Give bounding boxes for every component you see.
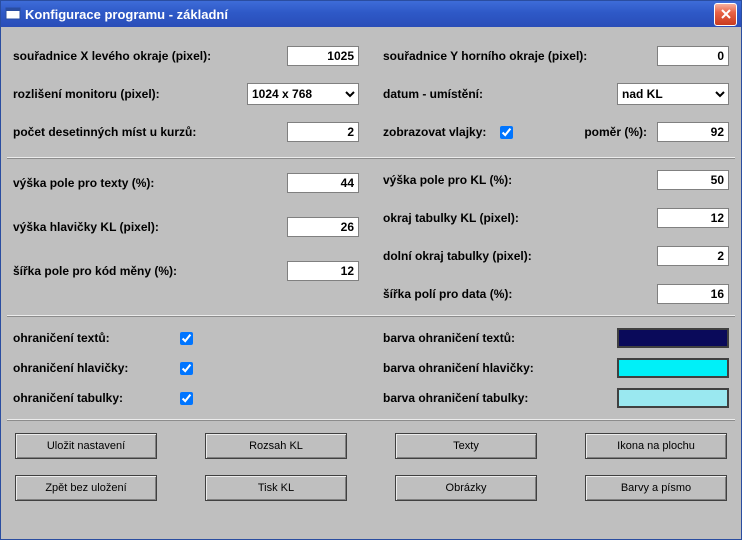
color-header-label: barva ohraničení hlavičky: xyxy=(383,361,617,375)
titlebar: Konfigurace programu - základní xyxy=(1,1,741,27)
coord-y-input[interactable] xyxy=(657,46,729,66)
save-button[interactable]: Uložit nastavení xyxy=(15,433,157,459)
kl-header-height-label: výška hlavičky KL (pixel): xyxy=(13,220,287,234)
currency-code-width-input[interactable] xyxy=(287,261,359,281)
print-button[interactable]: Tisk KL xyxy=(205,475,347,501)
texts-button[interactable]: Texty xyxy=(395,433,537,459)
desktop-icon-button[interactable]: Ikona na plochu xyxy=(585,433,727,459)
kl-table-margin-label: okraj tabulky KL (pixel): xyxy=(383,211,657,225)
table-bottom-margin-label: dolní okraj tabulky (pixel): xyxy=(383,249,657,263)
color-table-label: barva ohraničení tabulky: xyxy=(383,391,617,405)
section-basic: souřadnice X levého okraje (pixel): rozl… xyxy=(7,31,735,158)
ratio-input[interactable] xyxy=(657,122,729,142)
coord-x-input[interactable] xyxy=(287,46,359,66)
client-area: souřadnice X levého okraje (pixel): rozl… xyxy=(1,27,741,539)
border-texts-label: ohraničení textů: xyxy=(13,331,180,345)
color-table-swatch[interactable] xyxy=(617,388,729,408)
close-button[interactable] xyxy=(714,3,737,26)
border-header-checkbox[interactable] xyxy=(180,362,193,375)
config-window: Konfigurace programu - základní souřadni… xyxy=(0,0,742,540)
kl-table-margin-input[interactable] xyxy=(657,208,729,228)
coord-x-label: souřadnice X levého okraje (pixel): xyxy=(13,49,287,63)
border-table-checkbox[interactable] xyxy=(180,392,193,405)
decimals-label: počet desetinných míst u kurzů: xyxy=(13,125,287,139)
date-position-select[interactable]: nad KL xyxy=(617,83,729,105)
cancel-button[interactable]: Zpět bez uložení xyxy=(15,475,157,501)
text-height-input[interactable] xyxy=(287,173,359,193)
show-flags-label: zobrazovat vlajky: xyxy=(383,125,486,139)
resolution-label: rozlišení monitoru (pixel): xyxy=(13,87,247,101)
close-icon xyxy=(721,9,731,19)
color-header-swatch[interactable] xyxy=(617,358,729,378)
date-position-label: datum - umístění: xyxy=(383,87,617,101)
button-bar: Uložit nastavení Rozsah KL Texty Ikona n… xyxy=(7,420,735,505)
border-texts-checkbox[interactable] xyxy=(180,332,193,345)
colors-fonts-button[interactable]: Barvy a písmo xyxy=(585,475,727,501)
text-height-label: výška pole pro texty (%): xyxy=(13,176,287,190)
decimals-input[interactable] xyxy=(287,122,359,142)
border-header-label: ohraničení hlavičky: xyxy=(13,361,180,375)
currency-code-width-label: šířka pole pro kód měny (%): xyxy=(13,264,287,278)
resolution-select[interactable]: 1024 x 768 xyxy=(247,83,359,105)
window-title: Konfigurace programu - základní xyxy=(25,7,714,22)
scope-button[interactable]: Rozsah KL xyxy=(205,433,347,459)
section-dimensions: výška pole pro texty (%): výška hlavičky… xyxy=(7,158,735,316)
kl-header-height-input[interactable] xyxy=(287,217,359,237)
ratio-label: poměr (%): xyxy=(584,125,647,139)
data-fields-width-label: šířka polí pro data (%): xyxy=(383,287,657,301)
color-texts-swatch[interactable] xyxy=(617,328,729,348)
kl-height-input[interactable] xyxy=(657,170,729,190)
table-bottom-margin-input[interactable] xyxy=(657,246,729,266)
data-fields-width-input[interactable] xyxy=(657,284,729,304)
color-texts-label: barva ohraničení textů: xyxy=(383,331,617,345)
border-table-label: ohraničení tabulky: xyxy=(13,391,180,405)
kl-height-label: výška pole pro KL (%): xyxy=(383,173,657,187)
images-button[interactable]: Obrázky xyxy=(395,475,537,501)
coord-y-label: souřadnice Y horního okraje (pixel): xyxy=(383,49,657,63)
app-icon xyxy=(5,6,21,22)
section-borders: ohraničení textů: ohraničení hlavičky: o… xyxy=(7,316,735,420)
show-flags-checkbox[interactable] xyxy=(500,126,513,139)
